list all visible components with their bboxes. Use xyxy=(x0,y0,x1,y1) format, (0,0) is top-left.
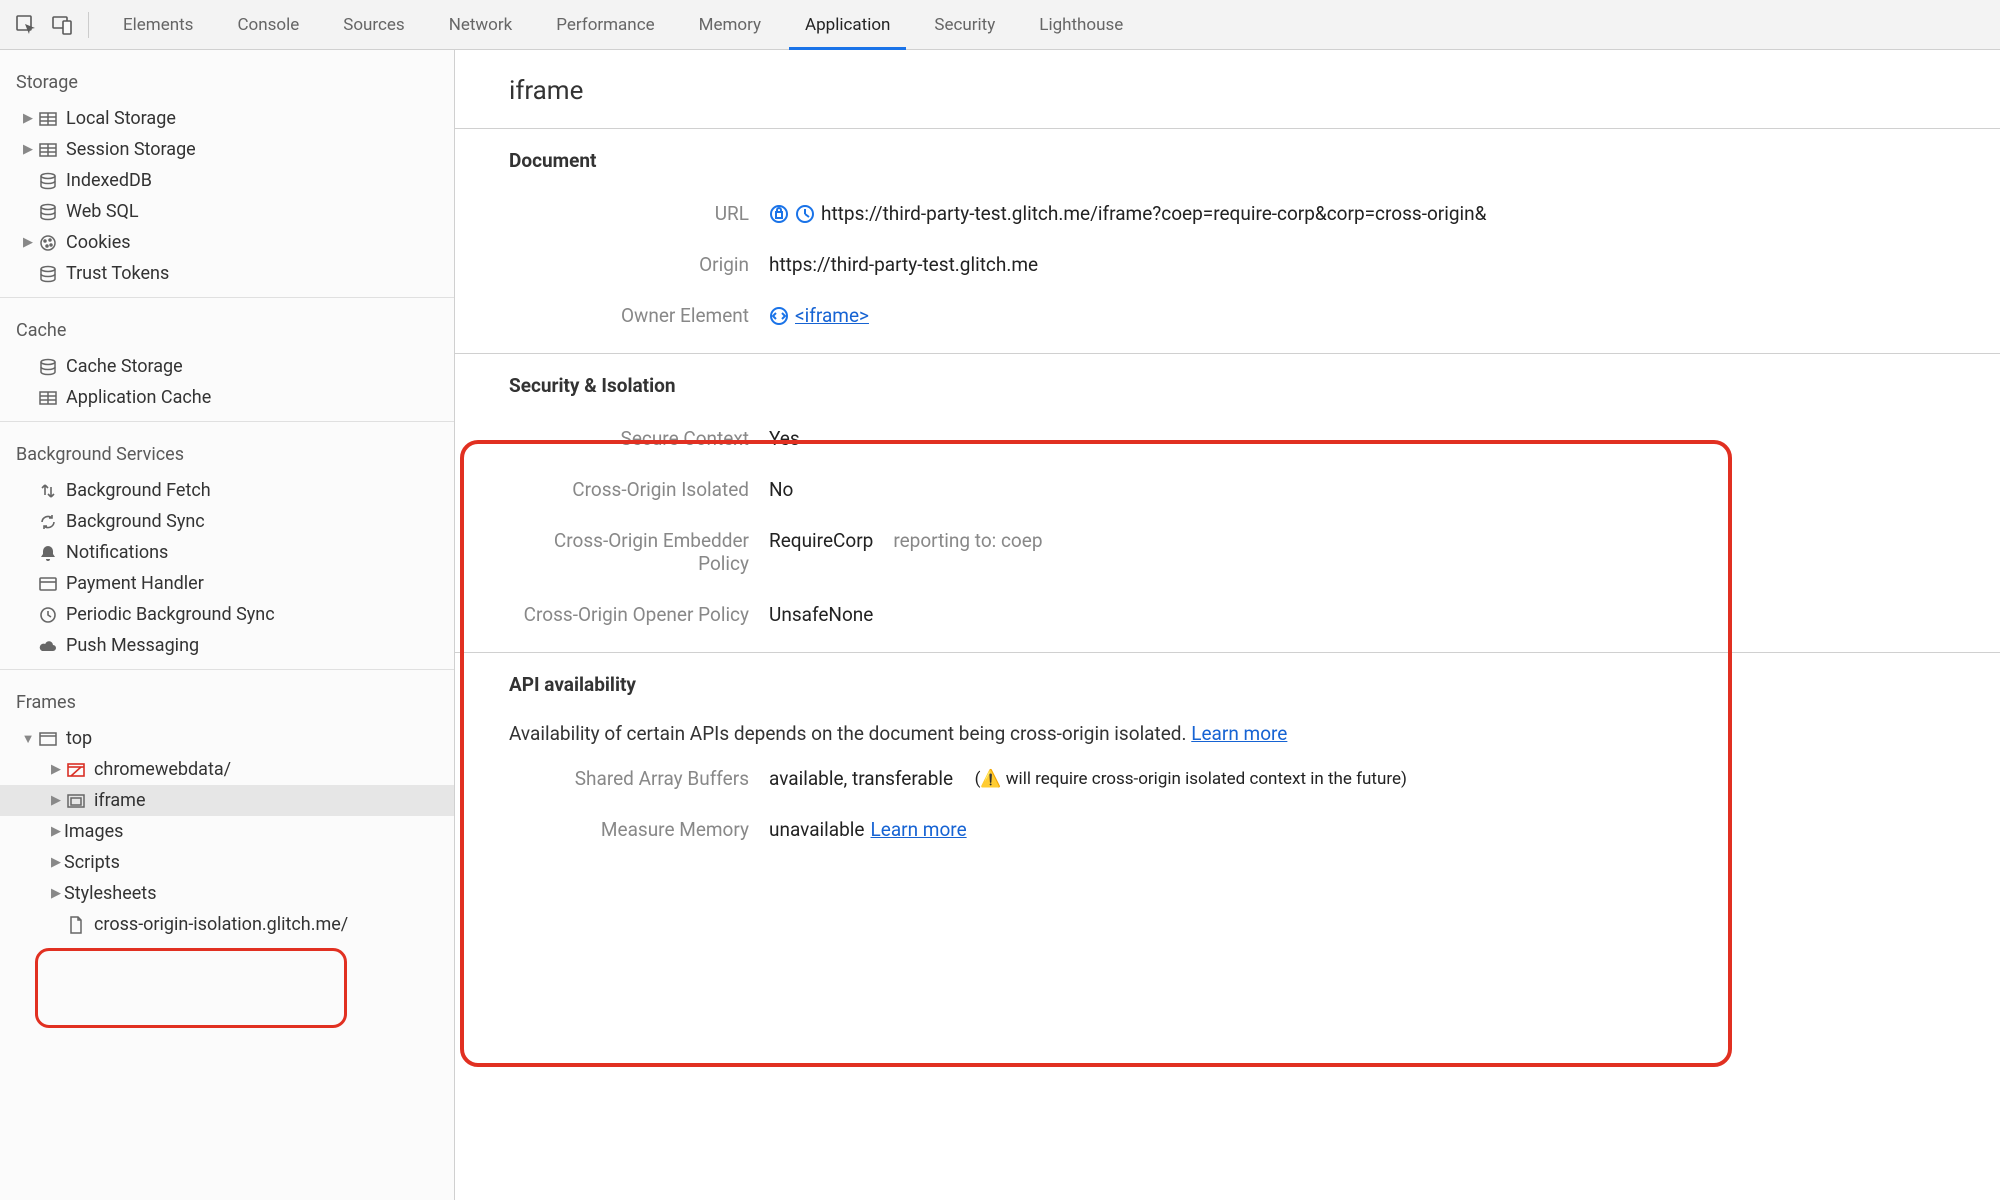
sidebar-item-payment-handler[interactable]: Payment Handler xyxy=(0,568,454,599)
row-url: URL https://third-party-test.glitch.me/i… xyxy=(509,188,2000,239)
frame-cross-origin-doc[interactable]: cross-origin-isolation.glitch.me/ xyxy=(0,909,454,940)
chevron-right-icon: ▶ xyxy=(20,142,36,157)
code-icon xyxy=(769,306,789,326)
section-heading-api: API availability xyxy=(509,673,2000,696)
row-coop: Cross-Origin Opener PolicyUnsafeNone xyxy=(509,589,2000,640)
url-value: https://third-party-test.glitch.me/ifram… xyxy=(821,202,1486,225)
file-icon xyxy=(64,916,88,934)
sab-warning: (⚠️ will require cross-origin isolated c… xyxy=(975,769,1407,789)
section-api-availability: API availability Availability of certain… xyxy=(455,653,2000,867)
page-title: iframe xyxy=(455,50,2000,129)
row-measure-memory: Measure Memory unavailable Learn more xyxy=(509,804,2000,855)
frame-scripts[interactable]: ▶Scripts xyxy=(0,847,454,878)
tab-application[interactable]: Application xyxy=(783,0,912,50)
row-secure-context: Secure ContextYes xyxy=(509,413,2000,464)
tab-lighthouse[interactable]: Lighthouse xyxy=(1017,0,1145,50)
row-origin: Origin https://third-party-test.glitch.m… xyxy=(509,239,2000,290)
clock-icon xyxy=(36,606,60,624)
sidebar-section-cache: Cache xyxy=(0,306,454,351)
frame-detail-pane: iframe Document URL https://third-party-… xyxy=(455,50,2000,1200)
tab-elements[interactable]: Elements xyxy=(101,0,215,50)
chevron-right-icon: ▶ xyxy=(48,762,64,777)
section-security-isolation: Security & Isolation Secure ContextYes C… xyxy=(455,354,2000,652)
frame-iframe[interactable]: ▶iframe xyxy=(0,785,454,816)
chevron-right-icon: ▶ xyxy=(48,855,64,870)
sidebar-section-storage: Storage xyxy=(0,58,454,103)
tab-performance[interactable]: Performance xyxy=(534,0,676,50)
card-icon xyxy=(36,577,60,591)
sidebar-item-bg-sync[interactable]: Background Sync xyxy=(0,506,454,537)
section-heading-security: Security & Isolation xyxy=(509,374,2000,397)
inspect-icon[interactable] xyxy=(12,11,40,39)
cookie-icon xyxy=(36,234,60,252)
devtools-tab-bar: Elements Console Sources Network Perform… xyxy=(0,0,2000,50)
database-icon xyxy=(36,265,60,283)
chevron-right-icon: ▶ xyxy=(48,793,64,808)
separator xyxy=(88,12,89,38)
tab-console[interactable]: Console xyxy=(215,0,321,50)
table-icon xyxy=(36,391,60,405)
sidebar-section-frames: Frames xyxy=(0,678,454,723)
api-intro: Availability of certain APIs depends on … xyxy=(509,712,2000,753)
window-icon xyxy=(36,732,60,746)
chevron-right-icon: ▶ xyxy=(48,824,64,839)
api-learn-more-link[interactable]: Learn more xyxy=(1191,722,1287,745)
bell-icon xyxy=(36,544,60,562)
coep-reporting: reporting to: coep xyxy=(893,529,1042,552)
chevron-down-icon: ▼ xyxy=(20,731,36,747)
frame-images[interactable]: ▶Images xyxy=(0,816,454,847)
application-sidebar: Storage ▶Local Storage ▶Session Storage … xyxy=(0,50,455,1200)
sidebar-item-bg-fetch[interactable]: Background Fetch xyxy=(0,475,454,506)
database-icon xyxy=(36,203,60,221)
transfer-icon xyxy=(36,482,60,500)
owner-element-link[interactable]: <iframe> xyxy=(795,304,869,327)
sidebar-item-trust-tokens[interactable]: Trust Tokens xyxy=(0,258,454,289)
database-icon xyxy=(36,358,60,376)
database-icon xyxy=(36,172,60,190)
sidebar-item-notifications[interactable]: Notifications xyxy=(0,537,454,568)
frame-chromewebdata[interactable]: ▶chromewebdata/ xyxy=(0,754,454,785)
sidebar-item-push-messaging[interactable]: Push Messaging xyxy=(0,630,454,661)
iframe-icon xyxy=(64,794,88,808)
row-owner-element: Owner Element <iframe> xyxy=(509,290,2000,341)
row-shared-array-buffers: Shared Array Buffers available, transfer… xyxy=(509,753,2000,804)
sidebar-item-indexeddb[interactable]: IndexedDB xyxy=(0,165,454,196)
table-icon xyxy=(36,112,60,126)
sidebar-item-local-storage[interactable]: ▶Local Storage xyxy=(0,103,454,134)
chevron-right-icon: ▶ xyxy=(20,111,36,126)
table-icon xyxy=(36,143,60,157)
network-badge-icon xyxy=(795,204,815,224)
secure-badge-icon xyxy=(769,204,789,224)
row-coep: Cross-Origin Embedder PolicyRequireCorpr… xyxy=(509,515,2000,589)
sidebar-item-application-cache[interactable]: Application Cache xyxy=(0,382,454,413)
sidebar-item-session-storage[interactable]: ▶Session Storage xyxy=(0,134,454,165)
sidebar-section-bg-services: Background Services xyxy=(0,430,454,475)
frame-stylesheets[interactable]: ▶Stylesheets xyxy=(0,878,454,909)
sidebar-item-cookies[interactable]: ▶Cookies xyxy=(0,227,454,258)
section-heading-document: Document xyxy=(509,149,2000,172)
cloud-icon xyxy=(36,639,60,653)
chevron-right-icon: ▶ xyxy=(48,886,64,901)
origin-value: https://third-party-test.glitch.me xyxy=(769,253,1038,276)
frame-top[interactable]: ▼top xyxy=(0,723,454,754)
sidebar-item-periodic-sync[interactable]: Periodic Background Sync xyxy=(0,599,454,630)
row-cross-origin-isolated: Cross-Origin IsolatedNo xyxy=(509,464,2000,515)
tab-network[interactable]: Network xyxy=(427,0,535,50)
sync-icon xyxy=(36,513,60,531)
tab-sources[interactable]: Sources xyxy=(321,0,426,50)
device-toggle-icon[interactable] xyxy=(48,11,76,39)
sidebar-item-websql[interactable]: Web SQL xyxy=(0,196,454,227)
tab-memory[interactable]: Memory xyxy=(677,0,783,50)
sidebar-item-cache-storage[interactable]: Cache Storage xyxy=(0,351,454,382)
tab-security[interactable]: Security xyxy=(912,0,1017,50)
blocked-window-icon xyxy=(64,763,88,777)
chevron-right-icon: ▶ xyxy=(20,235,36,250)
section-document: Document URL https://third-party-test.gl… xyxy=(455,129,2000,353)
measure-memory-learn-more-link[interactable]: Learn more xyxy=(871,818,967,841)
